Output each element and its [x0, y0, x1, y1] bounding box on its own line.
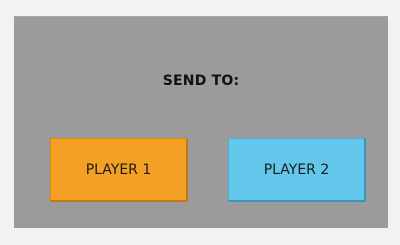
send-to-title: SEND TO: [162, 73, 240, 89]
player-1-button[interactable]: PLAYER 1 [50, 138, 188, 202]
player-2-button[interactable]: PLAYER 2 [228, 138, 366, 202]
dialog-frame: SEND TO: PLAYER 1 PLAYER 2 [0, 0, 400, 245]
send-to-panel: SEND TO: PLAYER 1 PLAYER 2 [14, 16, 388, 228]
player-1-label: PLAYER 1 [85, 161, 152, 178]
player-2-label: PLAYER 2 [263, 161, 330, 178]
